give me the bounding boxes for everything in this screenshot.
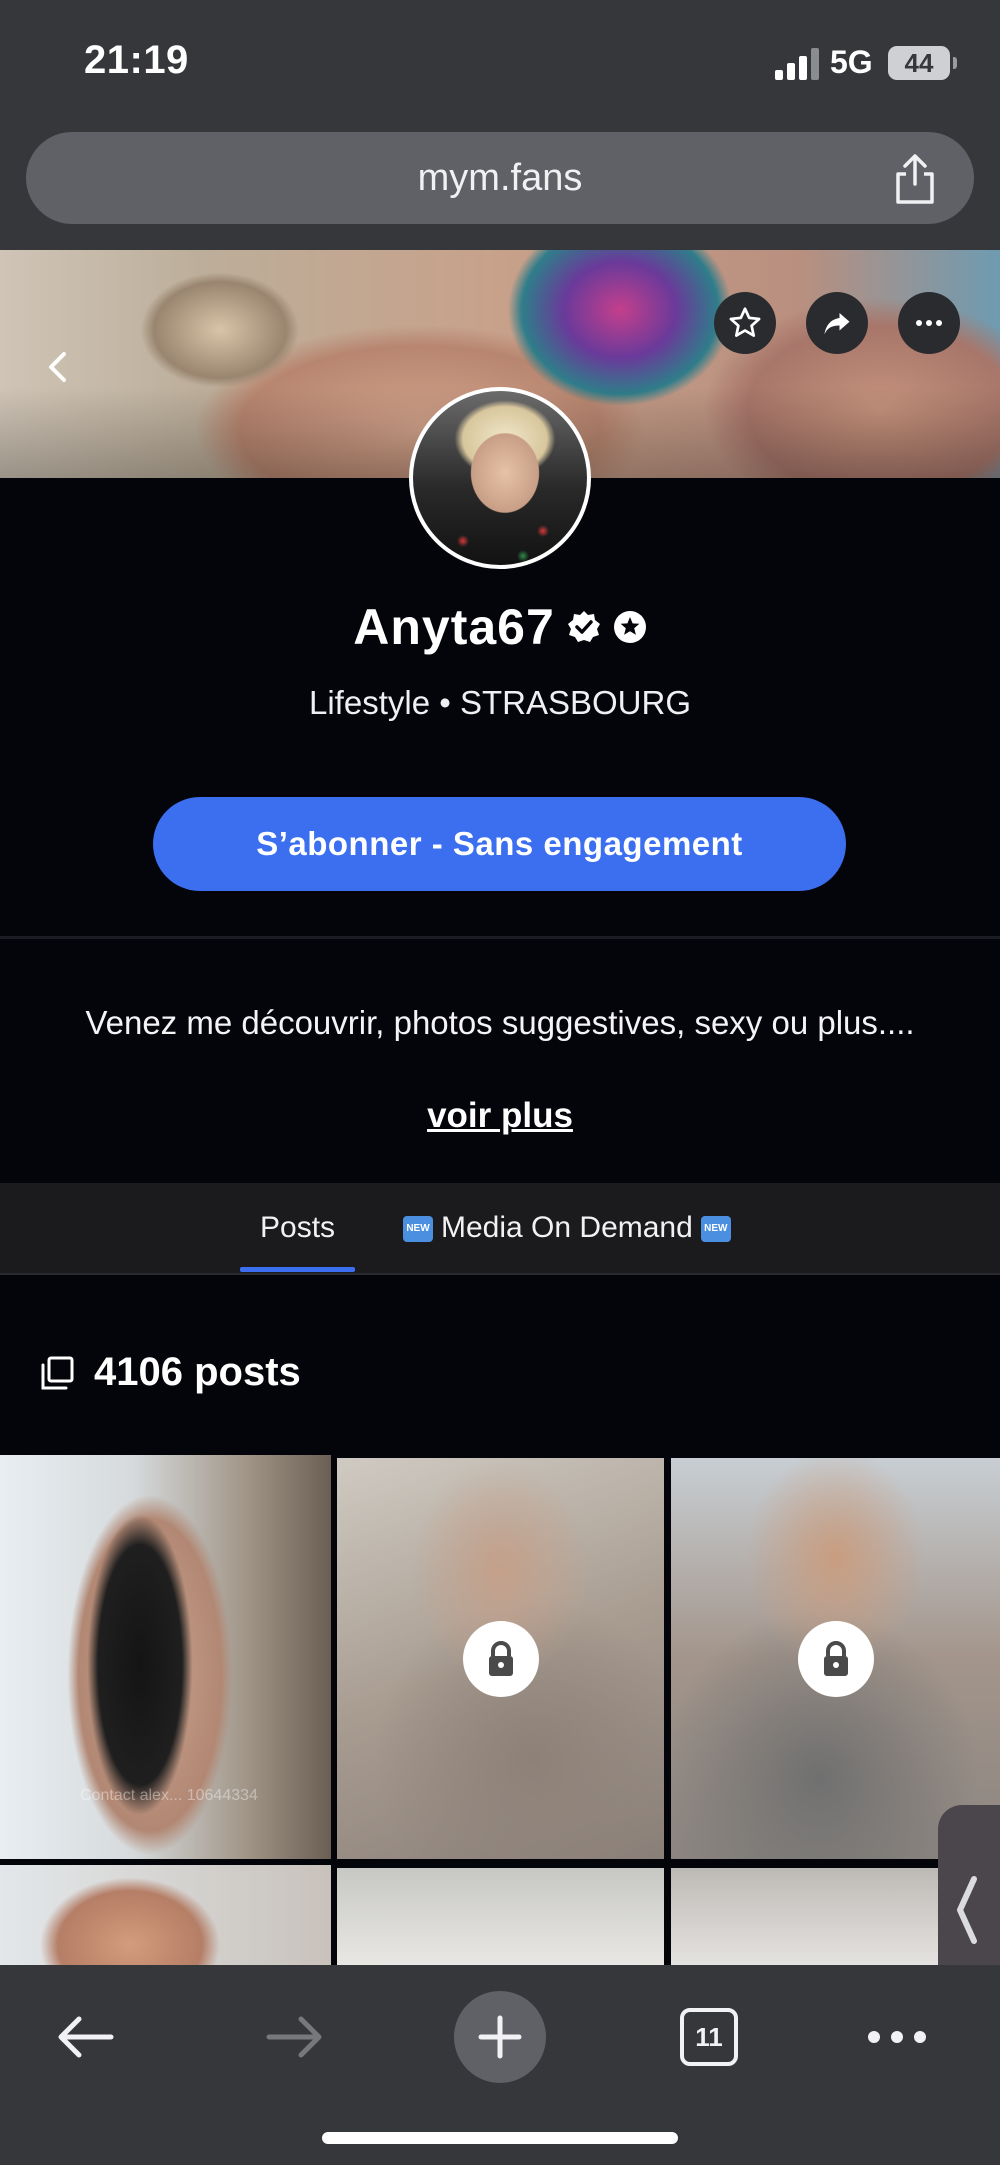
post-thumbnail[interactable] bbox=[0, 1865, 331, 1965]
plus-icon bbox=[454, 1991, 546, 2083]
back-button[interactable] bbox=[45, 1991, 125, 2083]
post-thumbnail-locked[interactable] bbox=[337, 1458, 664, 1859]
tab-posts[interactable]: Posts bbox=[260, 1183, 335, 1275]
chevron-left-icon bbox=[957, 1876, 977, 1944]
avatar[interactable] bbox=[409, 387, 591, 569]
tabs-button[interactable]: 11 bbox=[676, 1991, 742, 2083]
star-icon bbox=[729, 307, 761, 337]
url-text[interactable]: mym.fans bbox=[26, 132, 974, 224]
ellipsis-icon bbox=[916, 320, 942, 326]
post-thumbnail[interactable]: Contact alex... 10644334 bbox=[0, 1455, 331, 1859]
new-icon: NEW bbox=[700, 1216, 731, 1243]
profile-name: Anyta67 bbox=[353, 599, 555, 655]
favorite-button[interactable] bbox=[714, 292, 776, 354]
verified-badge-icon bbox=[567, 611, 600, 642]
profile-bio: Venez me découvrir, photos suggestives, … bbox=[85, 1004, 915, 1041]
posts-grid: Contact alex... 10644334 bbox=[0, 1455, 1000, 1965]
arrow-left-icon bbox=[58, 2016, 114, 2058]
see-more-link[interactable]: voir plus bbox=[0, 1096, 1000, 1136]
post-thumbnail-locked[interactable] bbox=[671, 1458, 1000, 1859]
post-thumbnail[interactable] bbox=[337, 1868, 664, 1965]
address-bar[interactable]: mym.fans bbox=[26, 132, 974, 224]
posts-count: 4106 posts bbox=[40, 1350, 301, 1395]
network-type: 5G bbox=[830, 44, 873, 80]
star-badge-icon bbox=[613, 611, 646, 643]
menu-button[interactable] bbox=[862, 1991, 932, 2083]
home-indicator bbox=[322, 2132, 678, 2144]
content-tabs: Posts NEW Media On Demand NEW bbox=[0, 1183, 1000, 1275]
divider bbox=[0, 936, 1000, 939]
lock-icon bbox=[462, 1620, 539, 1697]
new-tab-button[interactable] bbox=[454, 1991, 546, 2083]
tab-media-on-demand-label: Media On Demand bbox=[441, 1211, 693, 1244]
more-button[interactable] bbox=[898, 292, 960, 354]
battery-icon: 44 bbox=[888, 46, 957, 80]
profile-header: Anyta67 bbox=[0, 598, 1000, 656]
signal-icon bbox=[775, 48, 819, 80]
arrow-right-icon bbox=[266, 2016, 322, 2058]
posts-count-label: 4106 posts bbox=[94, 1350, 301, 1394]
share-icon[interactable] bbox=[890, 152, 940, 206]
watermark-text: Contact alex... 10644334 bbox=[80, 1787, 258, 1804]
ellipsis-icon bbox=[868, 2031, 926, 2043]
active-tab-indicator bbox=[240, 1267, 355, 1272]
profile-subtitle: Lifestyle • STRASBOURG bbox=[309, 684, 691, 721]
subscribe-button[interactable]: S’abonner - Sans engagement bbox=[153, 797, 846, 891]
chevron-left-icon[interactable] bbox=[44, 350, 70, 384]
tabs-count: 11 bbox=[680, 2008, 738, 2066]
browser-bar: mym.fans bbox=[0, 128, 1000, 250]
share-arrow-icon bbox=[824, 313, 850, 335]
share-profile-button[interactable] bbox=[806, 292, 868, 354]
forward-button[interactable] bbox=[255, 1991, 335, 2083]
status-bar: 21:19 5G 44 bbox=[0, 0, 1000, 128]
lock-icon bbox=[797, 1620, 874, 1697]
copy-icon bbox=[41, 1356, 74, 1389]
new-icon: NEW bbox=[403, 1216, 433, 1243]
tab-media-on-demand[interactable]: NEW Media On Demand NEW bbox=[395, 1183, 739, 1275]
status-time: 21:19 bbox=[84, 38, 189, 82]
